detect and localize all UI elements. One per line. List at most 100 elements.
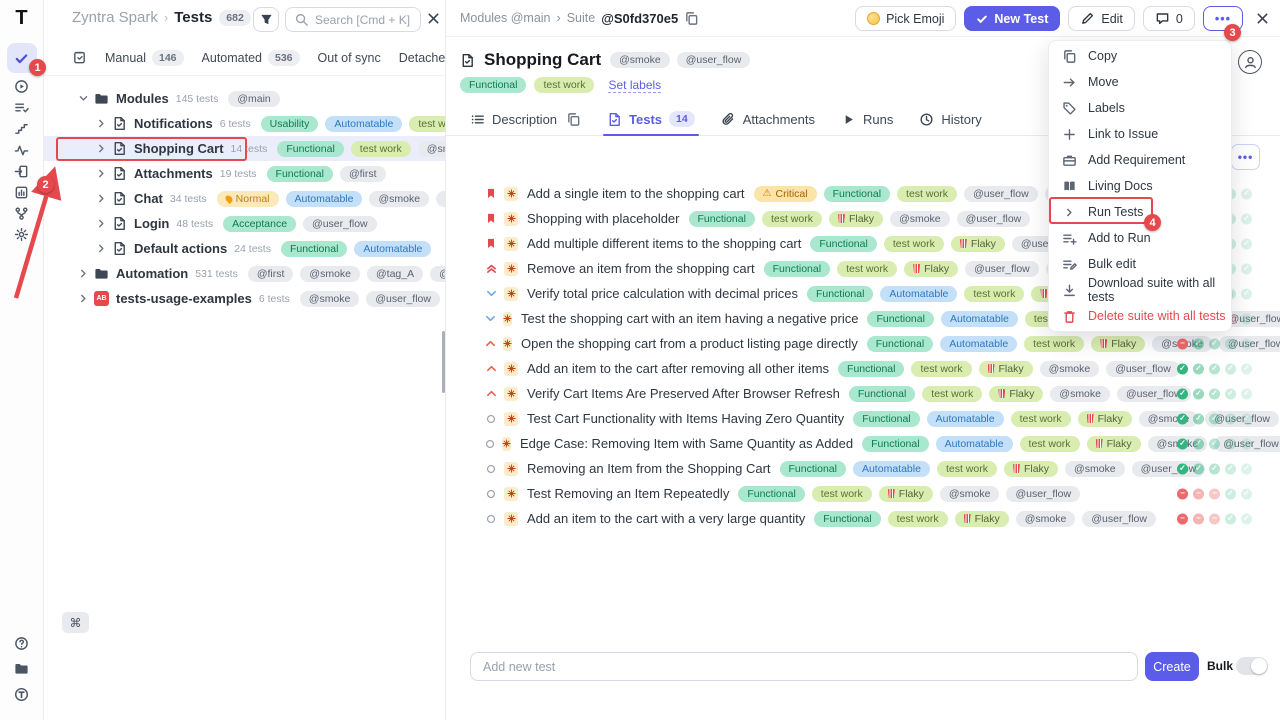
panel-close-icon[interactable] bbox=[426, 11, 441, 26]
clipboard-check-icon bbox=[72, 50, 87, 65]
menu-item-copy[interactable]: Copy bbox=[1049, 43, 1231, 69]
comments-button[interactable]: 0 bbox=[1143, 6, 1195, 31]
filter-tab-automated[interactable]: Automated536 bbox=[202, 50, 300, 66]
filter-button[interactable] bbox=[253, 7, 279, 32]
copy-description-icon[interactable] bbox=[566, 112, 581, 127]
test-row[interactable]: Test Cart Functionality with Items Havin… bbox=[446, 406, 1280, 431]
bulk-select-icon[interactable] bbox=[72, 50, 87, 65]
test-title[interactable]: Test Removing an Item Repeatedly bbox=[527, 486, 729, 501]
search-input[interactable] bbox=[315, 13, 412, 27]
tree-row-login[interactable]: Login48 testsAcceptance@user_flow bbox=[44, 211, 445, 236]
tree-row-default-actions[interactable]: Default actions24 testsFunctionalAutomat… bbox=[44, 236, 445, 261]
annotation-step-1: 1 bbox=[29, 59, 46, 76]
chevron-right-icon[interactable] bbox=[96, 243, 107, 254]
close-suite-icon[interactable] bbox=[1255, 11, 1270, 26]
bulk-toggle[interactable] bbox=[1236, 657, 1268, 675]
filter-tab-manual[interactable]: Manual146 bbox=[105, 50, 184, 66]
test-title[interactable]: Add an item to the cart with a very larg… bbox=[527, 511, 805, 526]
chevron-right-icon[interactable] bbox=[96, 218, 107, 229]
test-title[interactable]: Remove an item from the shopping cart bbox=[527, 261, 755, 276]
label-badge: @user_flow bbox=[366, 291, 440, 307]
suite-tag: @user_flow bbox=[677, 52, 751, 68]
tree-row-modules[interactable]: Modules145 tests@main bbox=[44, 86, 445, 111]
tree-scrollbar[interactable] bbox=[442, 331, 445, 393]
chevron-down-icon[interactable] bbox=[78, 93, 89, 104]
test-row[interactable]: Test Removing an Item RepeatedlyFunction… bbox=[446, 481, 1280, 506]
menu-item-bulk-edit[interactable]: Bulk edit bbox=[1049, 251, 1231, 277]
tree-row-tests-usage-examples[interactable]: ABtests-usage-examples6 tests@smoke@user… bbox=[44, 286, 445, 311]
label-badge: Functional bbox=[838, 361, 904, 377]
menu-item-living-docs[interactable]: Living Docs bbox=[1049, 173, 1231, 199]
tab-runs[interactable]: Runs bbox=[841, 103, 893, 135]
search-field[interactable] bbox=[285, 7, 421, 32]
label-badge: Functional bbox=[689, 211, 755, 227]
test-title[interactable]: Shopping with placeholder bbox=[527, 211, 680, 226]
test-title[interactable]: Add multiple different items to the shop… bbox=[527, 236, 801, 251]
breadcrumb-separator: › bbox=[557, 11, 561, 25]
label-badge: test work bbox=[922, 386, 982, 402]
test-row[interactable]: Add an item to the cart with a very larg… bbox=[446, 506, 1280, 531]
test-title[interactable]: Edge Case: Removing Item with Same Quant… bbox=[520, 436, 853, 451]
chevron-right-icon[interactable] bbox=[96, 118, 107, 129]
breadcrumb-parent[interactable]: Modules @main bbox=[460, 11, 551, 25]
label-badge: @first bbox=[248, 266, 294, 282]
pick-emoji-button[interactable]: Pick Emoji bbox=[855, 6, 956, 31]
sidebar-item-gear[interactable] bbox=[7, 219, 37, 249]
menu-item-move[interactable]: Move bbox=[1049, 69, 1231, 95]
test-title[interactable]: Open the shopping cart from a product li… bbox=[521, 336, 858, 351]
test-title[interactable]: Test the shopping cart with an item havi… bbox=[521, 311, 858, 326]
chevron-right-icon[interactable] bbox=[96, 168, 107, 179]
app-name[interactable]: Zyntra Spark bbox=[72, 9, 158, 26]
tab-description[interactable]: Description bbox=[470, 103, 581, 135]
chevron-right-icon[interactable] bbox=[78, 293, 89, 304]
test-title[interactable]: Add a single item to the shopping cart bbox=[527, 186, 745, 201]
sidebar-item-logo-round[interactable] bbox=[7, 679, 37, 709]
popcorn-icon bbox=[988, 364, 995, 373]
test-row[interactable]: Removing an Item from the Shopping CartF… bbox=[446, 456, 1280, 481]
test-row[interactable]: Edge Case: Removing Item with Same Quant… bbox=[446, 431, 1280, 456]
menu-item-add-requirement[interactable]: Add Requirement bbox=[1049, 147, 1231, 173]
filter-tab-detached[interactable]: Detached bbox=[399, 51, 446, 65]
filter-tab-out-of-sync[interactable]: Out of sync bbox=[318, 51, 381, 65]
add-test-input[interactable] bbox=[470, 652, 1138, 681]
cmd-key-button[interactable]: ⌘ bbox=[62, 612, 89, 633]
test-title[interactable]: Verify total price calculation with deci… bbox=[527, 286, 798, 301]
assignee-avatar[interactable] bbox=[1238, 50, 1262, 74]
tab-attachments[interactable]: Attachments bbox=[721, 103, 815, 135]
test-title[interactable]: Add an item to the cart after removing a… bbox=[527, 361, 829, 376]
edit-button[interactable]: Edit bbox=[1068, 6, 1135, 31]
test-title[interactable]: Removing an Item from the Shopping Cart bbox=[527, 461, 771, 476]
menu-item-add-to-run[interactable]: Add to Run bbox=[1049, 225, 1231, 251]
tree-row-attachments[interactable]: Attachments19 testsFunctional@first bbox=[44, 161, 445, 186]
tree-row-chat[interactable]: Chat34 testsNormalAutomatable@smoke@user… bbox=[44, 186, 445, 211]
test-title[interactable]: Test Cart Functionality with Items Havin… bbox=[527, 411, 844, 426]
menu-item-download-suite-with-all-tests[interactable]: Download suite with all tests bbox=[1049, 277, 1231, 303]
popcorn-icon bbox=[1096, 439, 1103, 448]
test-row[interactable]: Verify Cart Items Are Preserved After Br… bbox=[446, 381, 1280, 406]
set-labels-link[interactable]: Set labels bbox=[608, 78, 661, 93]
menu-item-delete-suite-with-all-tests[interactable]: Delete suite with all tests bbox=[1049, 303, 1231, 329]
test-row[interactable]: Open the shopping cart from a product li… bbox=[446, 331, 1280, 356]
status-pass-icon: ✓ bbox=[1225, 438, 1236, 449]
tests-more-button[interactable]: ••• bbox=[1231, 144, 1260, 170]
chevron-right-icon[interactable] bbox=[96, 193, 107, 204]
tab-history[interactable]: History bbox=[919, 103, 981, 135]
test-title[interactable]: Verify Cart Items Are Preserved After Br… bbox=[527, 386, 840, 401]
tree-row-notifications[interactable]: Notifications6 testsUsabilityAutomatable… bbox=[44, 111, 445, 136]
label-badge: test work bbox=[762, 211, 822, 227]
label-badge: @first bbox=[340, 166, 386, 182]
tab-tests[interactable]: Tests14 bbox=[607, 103, 695, 135]
tree-row-automation[interactable]: Automation531 tests@first@smoke@tag_A@us… bbox=[44, 261, 445, 286]
status-pass-icon: ✓ bbox=[1241, 213, 1252, 224]
status-pass-icon: ✓ bbox=[1193, 438, 1204, 449]
copy-suite-id-icon[interactable] bbox=[684, 11, 699, 26]
menu-item-link-to-issue[interactable]: Link to Issue bbox=[1049, 121, 1231, 147]
new-test-button[interactable]: New Test bbox=[964, 6, 1060, 31]
popcorn-icon bbox=[1100, 339, 1107, 348]
automated-burst-icon bbox=[504, 262, 518, 276]
label-badge: Normal bbox=[217, 191, 279, 207]
menu-item-labels[interactable]: Labels bbox=[1049, 95, 1231, 121]
chevron-right-icon[interactable] bbox=[78, 268, 89, 279]
create-test-button[interactable]: Create bbox=[1145, 652, 1199, 681]
test-row[interactable]: Add an item to the cart after removing a… bbox=[446, 356, 1280, 381]
